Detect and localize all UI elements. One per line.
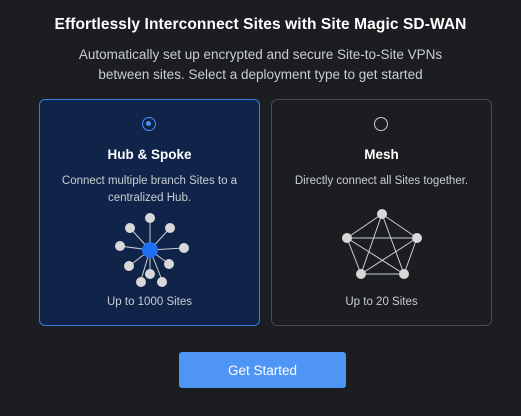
radio-mesh-unselected[interactable] xyxy=(373,117,388,131)
radio-hub-spoke-selected[interactable] xyxy=(141,117,156,131)
mesh-topology-icon xyxy=(341,209,422,279)
page-subtitle: Automatically set up encrypted and secur… xyxy=(78,47,443,82)
option-title: Hub & Spoke xyxy=(107,147,192,162)
get-started-button[interactable]: Get Started xyxy=(179,352,346,388)
option-limit: Up to 1000 Sites xyxy=(106,296,193,308)
option-description: Directly connect all Sites together. xyxy=(294,175,469,187)
hub-spoke-topology-icon xyxy=(114,213,189,287)
option-limit: Up to 20 Sites xyxy=(345,296,418,308)
sdwan-setup-panel: Effortlessly Interconnect Sites with Sit… xyxy=(0,0,521,416)
option-card-hub-spoke[interactable]: Hub & Spoke Connect multiple branch Site… xyxy=(39,99,260,326)
page-title: Effortlessly Interconnect Sites with Sit… xyxy=(54,16,467,33)
option-card-mesh[interactable]: Mesh Directly connect all Sites together… xyxy=(271,99,492,326)
option-title: Mesh xyxy=(364,147,399,162)
option-description: Connect multiple branch Sites to a centr… xyxy=(61,175,238,204)
